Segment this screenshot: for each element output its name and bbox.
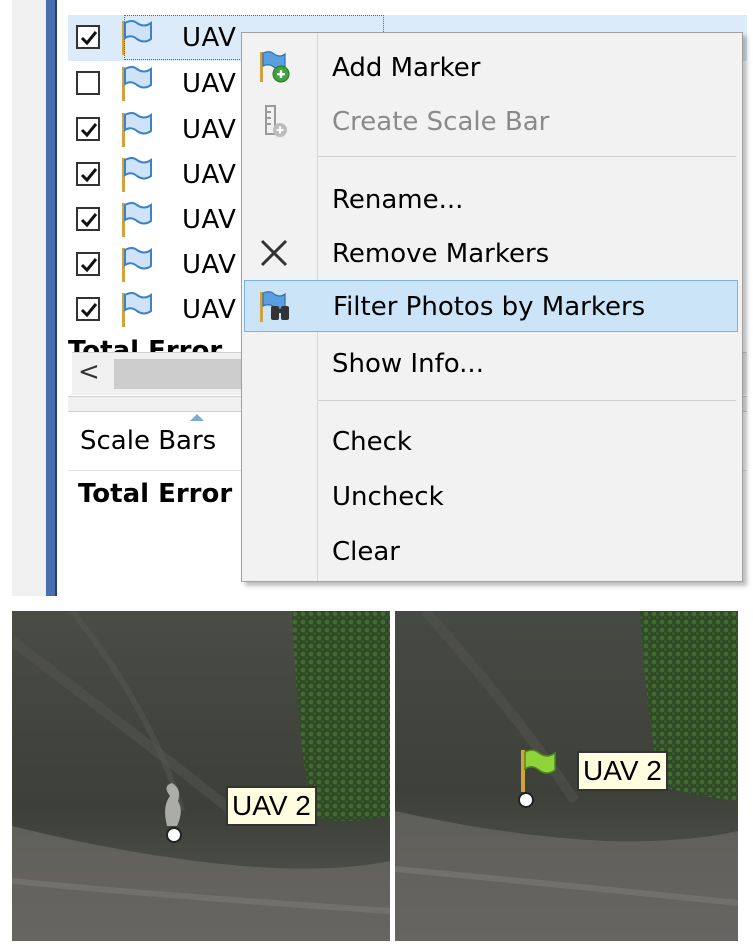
marker-checkbox[interactable] <box>76 25 100 49</box>
menu-item-label: Create Scale Bar <box>332 107 550 137</box>
marker-checkbox[interactable] <box>76 207 100 231</box>
green-flag-icon <box>519 748 569 794</box>
menu-item-label: Check <box>332 427 412 457</box>
photo-unplaced-marker[interactable]: UAV 2 <box>12 611 390 941</box>
menu-item-filter-photos[interactable]: Filter Photos by Markers <box>244 280 738 332</box>
sort-ascending-icon <box>190 414 204 421</box>
menu-item-label: Remove Markers <box>332 239 550 269</box>
panel-accent-bar <box>46 0 55 596</box>
marker-checkbox[interactable] <box>76 117 100 141</box>
marker-flag-icon <box>120 156 156 194</box>
photo-placed-marker[interactable]: UAV 2 <box>395 611 738 941</box>
menu-item-clear[interactable]: Clear <box>244 525 738 577</box>
marker-point[interactable] <box>518 792 534 808</box>
marker-flag-icon <box>120 201 156 239</box>
marker-label: UAV <box>182 250 237 280</box>
menu-item-create-scale-bar[interactable]: Create Scale Bar <box>244 95 738 147</box>
menu-item-rename[interactable]: Rename... <box>244 173 738 225</box>
marker-label: UAV <box>182 205 237 235</box>
menu-item-label: Filter Photos by Markers <box>333 292 646 322</box>
marker-flag-icon <box>120 291 156 329</box>
marker-checkbox[interactable] <box>76 71 100 95</box>
menu-item-label: Rename... <box>332 185 464 215</box>
filter-photos-icon <box>257 289 293 325</box>
menu-item-check[interactable]: Check <box>244 415 738 467</box>
marker-label: UAV <box>182 69 237 99</box>
marker-flag-icon <box>120 246 156 284</box>
marker-flag-icon <box>120 111 156 149</box>
marker-label: UAV 2 <box>577 751 668 791</box>
menu-item-label: Show Info... <box>332 349 484 379</box>
scale-bars-header[interactable]: Scale Bars <box>80 426 216 456</box>
aerial-image-left <box>12 611 390 941</box>
marker-checkbox[interactable] <box>76 252 100 276</box>
marker-label: UAV 2 <box>226 786 317 826</box>
menu-item-label: Add Marker <box>332 53 481 83</box>
scale-bar-icon <box>256 103 292 139</box>
scale-bars-total-error: Total Error <box>78 479 233 509</box>
menu-separator <box>318 400 736 401</box>
marker-flag-icon <box>120 65 156 103</box>
marker-point[interactable] <box>166 827 182 843</box>
scrollbar-thumb[interactable] <box>114 359 244 389</box>
remove-icon <box>256 235 292 271</box>
menu-item-label: Uncheck <box>332 482 444 512</box>
panel-border <box>55 0 68 596</box>
marker-label: UAV <box>182 160 237 190</box>
marker-label: UAV <box>182 295 237 325</box>
scroll-left-icon[interactable]: < <box>78 357 100 387</box>
window-frame <box>12 0 46 596</box>
menu-item-uncheck[interactable]: Uncheck <box>244 470 738 522</box>
menu-item-add-marker[interactable]: Add Marker <box>244 41 738 93</box>
menu-item-label: Clear <box>332 537 400 567</box>
menu-separator <box>318 156 736 157</box>
add-marker-icon <box>256 49 292 85</box>
marker-checkbox[interactable] <box>76 297 100 321</box>
context-menu: Add Marker Create Scale Bar Rename... Re… <box>241 32 743 582</box>
marker-label: UAV <box>182 115 237 145</box>
menu-item-remove-markers[interactable]: Remove Markers <box>244 227 738 279</box>
menu-item-show-info[interactable]: Show Info... <box>244 337 738 389</box>
marker-checkbox[interactable] <box>76 162 100 186</box>
